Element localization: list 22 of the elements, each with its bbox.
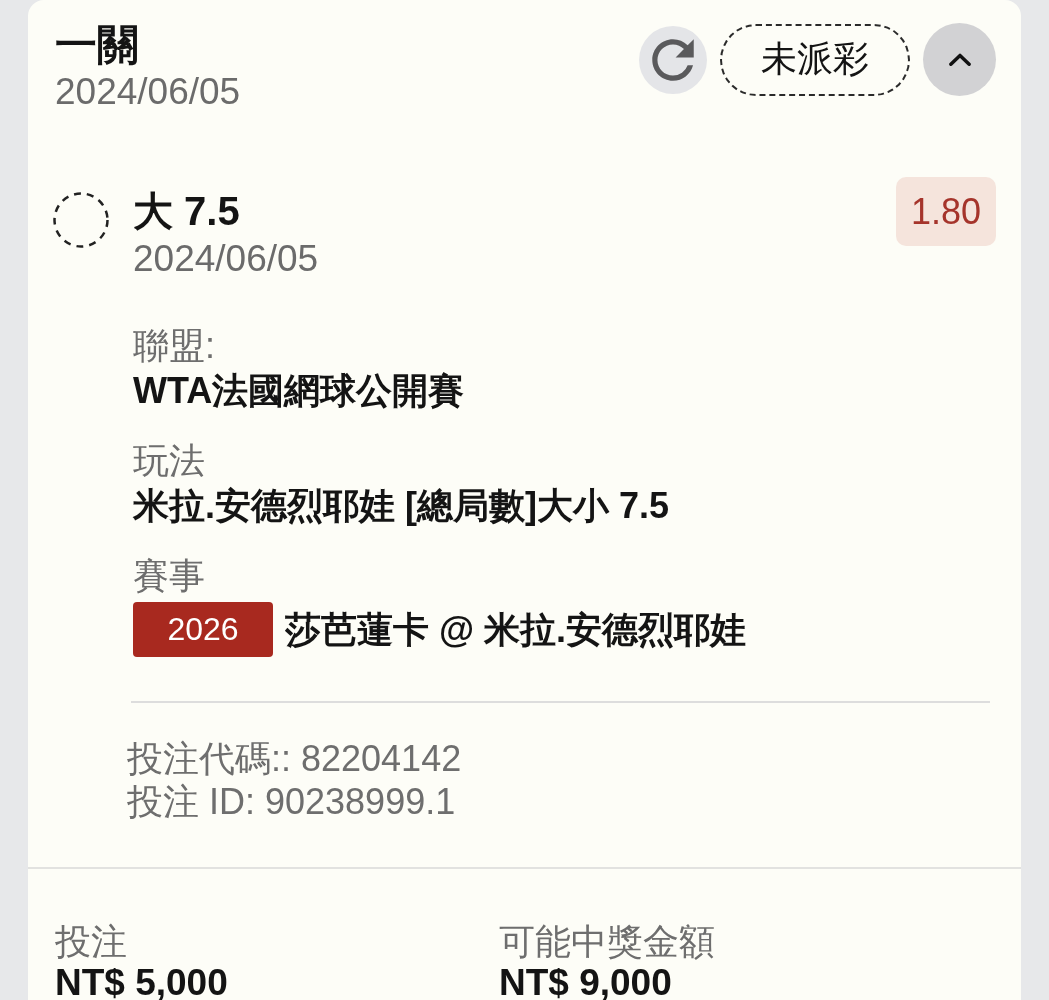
summary-amount: NT$ 5,000: [55, 963, 229, 1000]
detail-label: 玩法: [133, 439, 206, 483]
detail-label: 賽事: [133, 554, 206, 598]
bet-code: 投注代碼:: 82204142: [127, 737, 463, 780]
refresh-icon: [652, 38, 694, 81]
summary-label: 投注: [55, 921, 128, 963]
detail-value: 米拉.安德烈耶娃 [總局數]大小 7.5: [133, 484, 671, 528]
detail-value: 莎芭蓮卡 @ 米拉.安德烈耶娃: [285, 608, 747, 652]
summary-amount: NT$ 9,000: [499, 963, 673, 1000]
detail-value: WTA法國網球公開賽: [133, 369, 466, 413]
event-number-badge: 2026: [133, 602, 273, 657]
caret-icon: [948, 53, 971, 66]
odds-badge: 1.80: [896, 177, 996, 246]
selection-date: 2024/06/05: [133, 237, 320, 281]
selection-name: 大 7.5: [133, 188, 241, 235]
bet-type-title: 一關: [55, 20, 140, 70]
detail-label: 聯盟:: [133, 324, 216, 368]
bet-id: 投注 ID: 90238999.1: [127, 780, 457, 823]
dashed-circle-icon: [53, 192, 109, 248]
status-badge: 未派彩: [720, 23, 910, 96]
bet-date: 2024/06/05: [55, 70, 241, 114]
summary-label: 可能中獎金額: [499, 921, 716, 963]
